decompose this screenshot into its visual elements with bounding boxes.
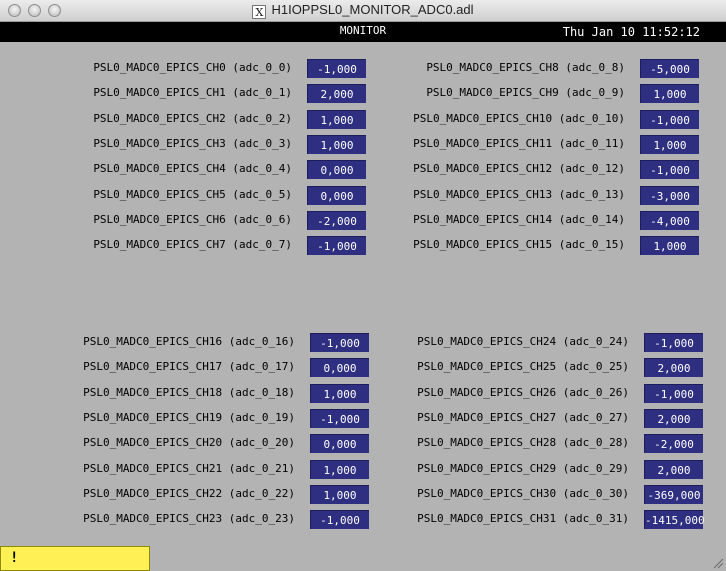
x11-icon: X [252, 5, 267, 19]
channel-value: 1,000 [640, 84, 699, 103]
channel-value: 1,000 [310, 485, 369, 504]
channel-label: PSL0_MADC0_EPICS_CH0 (adc_0_0) [93, 61, 292, 74]
channel-value: 2,000 [644, 358, 703, 377]
channel-label: PSL0_MADC0_EPICS_CH16 (adc_0_16) [83, 335, 295, 348]
channel-label: PSL0_MADC0_EPICS_CH9 (adc_0_9) [426, 86, 625, 99]
channel-label: PSL0_MADC0_EPICS_CH10 (adc_0_10) [413, 112, 625, 125]
channel-value: 2,000 [644, 460, 703, 479]
timestamp: Thu Jan 10 11:52:12 [562, 25, 700, 39]
channel-label: PSL0_MADC0_EPICS_CH5 (adc_0_5) [93, 188, 292, 201]
channel-label: PSL0_MADC0_EPICS_CH11 (adc_0_11) [413, 137, 625, 150]
status-indicator: ! [0, 546, 150, 571]
channel-value: -3,000 [640, 186, 699, 205]
channel-label: PSL0_MADC0_EPICS_CH12 (adc_0_12) [413, 162, 625, 175]
channel-value: 1,000 [310, 460, 369, 479]
channel-label: PSL0_MADC0_EPICS_CH17 (adc_0_17) [83, 360, 295, 373]
window-title-text: H1IOPPSL0_MONITOR_ADC0.adl [271, 2, 474, 17]
channel-value: 1,000 [640, 135, 699, 154]
channel-value: -2,000 [644, 434, 703, 453]
channel-value: 1,000 [307, 110, 366, 129]
channel-label: PSL0_MADC0_EPICS_CH14 (adc_0_14) [413, 213, 625, 226]
channel-label: PSL0_MADC0_EPICS_CH8 (adc_0_8) [426, 61, 625, 74]
channel-value: -1,000 [310, 510, 369, 529]
channel-value: -5,000 [640, 59, 699, 78]
channel-value: -1,000 [640, 110, 699, 129]
channel-value: 0,000 [307, 186, 366, 205]
channel-label: PSL0_MADC0_EPICS_CH7 (adc_0_7) [93, 238, 292, 251]
monitor-header-bar: MONITOR Thu Jan 10 11:52:12 [0, 22, 726, 42]
channel-label: PSL0_MADC0_EPICS_CH28 (adc_0_28) [417, 436, 629, 449]
channel-value: -1,000 [310, 333, 369, 352]
channel-label: PSL0_MADC0_EPICS_CH27 (adc_0_27) [417, 411, 629, 424]
channel-value: -1,000 [307, 236, 366, 255]
channel-value: 1,000 [307, 135, 366, 154]
channel-value: -1,000 [644, 333, 703, 352]
channel-value: -2,000 [307, 211, 366, 230]
channel-label: PSL0_MADC0_EPICS_CH21 (adc_0_21) [83, 462, 295, 475]
channel-value: -4,000 [640, 211, 699, 230]
channel-value: 0,000 [307, 160, 366, 179]
channel-label: PSL0_MADC0_EPICS_CH6 (adc_0_6) [93, 213, 292, 226]
channel-value: 0,000 [310, 358, 369, 377]
channel-label: PSL0_MADC0_EPICS_CH20 (adc_0_20) [83, 436, 295, 449]
channel-value: -1415,000 [644, 510, 705, 529]
channel-label: PSL0_MADC0_EPICS_CH25 (adc_0_25) [417, 360, 629, 373]
window-title: X H1IOPPSL0_MONITOR_ADC0.adl [0, 2, 726, 19]
channel-value: -1,000 [310, 409, 369, 428]
channel-value: -1,000 [644, 384, 703, 403]
channel-value: 2,000 [644, 409, 703, 428]
channel-label: PSL0_MADC0_EPICS_CH15 (adc_0_15) [413, 238, 625, 251]
channel-label: PSL0_MADC0_EPICS_CH26 (adc_0_26) [417, 386, 629, 399]
channel-label: PSL0_MADC0_EPICS_CH4 (adc_0_4) [93, 162, 292, 175]
channel-value: 1,000 [640, 236, 699, 255]
channel-value: 2,000 [307, 84, 366, 103]
window-titlebar: X H1IOPPSL0_MONITOR_ADC0.adl [0, 0, 726, 22]
channel-label: PSL0_MADC0_EPICS_CH29 (adc_0_29) [417, 462, 629, 475]
channel-label: PSL0_MADC0_EPICS_CH22 (adc_0_22) [83, 487, 295, 500]
channel-label: PSL0_MADC0_EPICS_CH31 (adc_0_31) [417, 512, 629, 525]
channel-label: PSL0_MADC0_EPICS_CH13 (adc_0_13) [413, 188, 625, 201]
channel-label: PSL0_MADC0_EPICS_CH18 (adc_0_18) [83, 386, 295, 399]
resize-grip-icon[interactable] [712, 557, 724, 569]
channel-value: 0,000 [310, 434, 369, 453]
channel-label: PSL0_MADC0_EPICS_CH23 (adc_0_23) [83, 512, 295, 525]
channel-label: PSL0_MADC0_EPICS_CH24 (adc_0_24) [417, 335, 629, 348]
channel-value: -1,000 [640, 160, 699, 179]
channel-value: -1,000 [307, 59, 366, 78]
channel-label: PSL0_MADC0_EPICS_CH1 (adc_0_1) [93, 86, 292, 99]
channel-value: 1,000 [310, 384, 369, 403]
channel-label: PSL0_MADC0_EPICS_CH3 (adc_0_3) [93, 137, 292, 150]
channel-label: PSL0_MADC0_EPICS_CH19 (adc_0_19) [83, 411, 295, 424]
channel-label: PSL0_MADC0_EPICS_CH30 (adc_0_30) [417, 487, 629, 500]
channel-value: -369,000 [644, 485, 703, 504]
channel-label: PSL0_MADC0_EPICS_CH2 (adc_0_2) [93, 112, 292, 125]
